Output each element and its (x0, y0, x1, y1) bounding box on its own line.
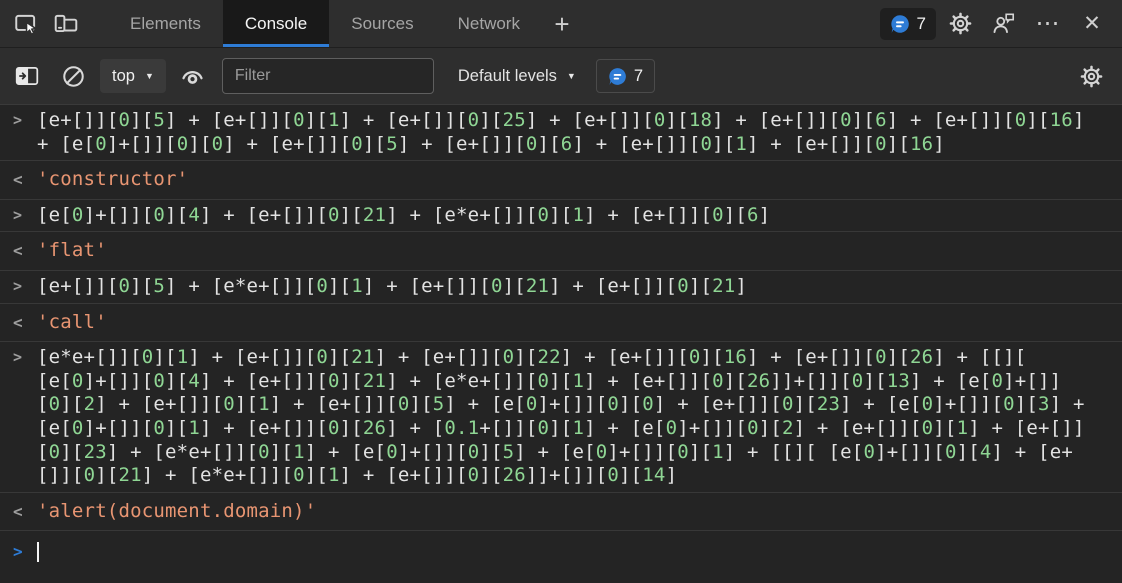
message-text: 'constructor' (37, 168, 1122, 192)
default-levels-label: Default levels (458, 67, 557, 86)
result-chevron-icon: < (13, 311, 37, 335)
tab-elements[interactable]: Elements (108, 0, 223, 47)
issues-count: 7 (634, 67, 643, 86)
console-result: <'constructor' (0, 161, 1122, 200)
devtools-tab-bar: ElementsConsoleSourcesNetwork + 7 ⋯ ✕ (0, 0, 1122, 48)
console-result: <'alert(document.domain)' (0, 493, 1122, 532)
tab-console[interactable]: Console (223, 0, 329, 47)
console-messages: >[e+[]][0][5] + [e+[]][0][1] + [e+[]][0]… (0, 105, 1122, 531)
message-text: [e*e+[]][0][1] + [e+[]][0][21] + [e+[]][… (37, 346, 1122, 488)
message-text: 'alert(document.domain)' (37, 500, 1122, 524)
issues-count: 7 (917, 14, 926, 34)
chevron-down-icon: ▼ (145, 71, 154, 81)
console-command: >[e*e+[]][0][1] + [e+[]][0][21] + [e+[]]… (0, 342, 1122, 493)
command-chevron-icon: > (13, 109, 37, 156)
console-log[interactable]: >[e+[]][0][5] + [e+[]][0][1] + [e+[]][0]… (0, 105, 1122, 583)
command-chevron-icon: > (13, 346, 37, 488)
console-result: <'flat' (0, 232, 1122, 271)
message-text: [e[0]+[]][0][4] + [e+[]][0][21] + [e*e+[… (37, 204, 1122, 228)
text-cursor (37, 542, 39, 562)
context-selector[interactable]: top ▼ (100, 59, 166, 93)
tab-network[interactable]: Network (436, 0, 542, 47)
console-command: >[e+[]][0][5] + [e+[]][0][1] + [e+[]][0]… (0, 105, 1122, 161)
issues-bubble-icon (890, 14, 910, 34)
console-result: <'call' (0, 304, 1122, 343)
settings-gear-icon[interactable] (940, 0, 980, 48)
tab-sources[interactable]: Sources (329, 0, 435, 47)
issues-badge[interactable]: 7 (880, 8, 936, 40)
clear-console-icon[interactable] (54, 57, 92, 95)
more-options-icon[interactable]: ⋯ (1028, 0, 1068, 48)
console-prompt[interactable]: > (0, 531, 1122, 564)
message-text: [e+[]][0][5] + [e*e+[]][0][1] + [e+[]][0… (37, 275, 1122, 299)
chevron-down-icon: ▼ (567, 71, 576, 81)
devtools-window: ElementsConsoleSourcesNetwork + 7 ⋯ ✕ (0, 0, 1122, 583)
result-chevron-icon: < (13, 239, 37, 263)
tab-bar-right-cluster: 7 ⋯ ✕ (880, 0, 1122, 47)
prompt-chevron-icon: > (13, 540, 37, 564)
close-icon[interactable]: ✕ (1072, 0, 1112, 48)
console-sidebar-toggle-icon[interactable] (8, 57, 46, 95)
default-levels-dropdown[interactable]: Default levels ▼ (448, 67, 586, 86)
console-toolbar: top ▼ Default levels ▼ 7 (0, 48, 1122, 105)
message-text: 'flat' (37, 239, 1122, 263)
tab-strip: ElementsConsoleSourcesNetwork (108, 0, 542, 47)
eye-icon[interactable] (174, 57, 212, 95)
issues-bubble-icon (608, 67, 627, 86)
context-selector-label: top (112, 67, 135, 86)
command-chevron-icon: > (13, 275, 37, 299)
device-emulation-icon[interactable] (46, 0, 86, 48)
filter-input[interactable] (222, 58, 434, 94)
command-chevron-icon: > (13, 204, 37, 228)
inspect-element-icon[interactable] (6, 0, 46, 48)
message-text: 'call' (37, 311, 1122, 335)
console-settings-gear-icon[interactable] (1072, 57, 1110, 95)
feedback-icon[interactable] (984, 0, 1024, 48)
message-text: [e+[]][0][5] + [e+[]][0][1] + [e+[]][0][… (37, 109, 1122, 156)
console-command: >[e[0]+[]][0][4] + [e+[]][0][21] + [e*e+… (0, 200, 1122, 233)
console-command: >[e+[]][0][5] + [e*e+[]][0][1] + [e+[]][… (0, 271, 1122, 304)
result-chevron-icon: < (13, 168, 37, 192)
issues-counter-button[interactable]: 7 (596, 59, 655, 93)
add-tab-button[interactable]: + (542, 0, 582, 48)
result-chevron-icon: < (13, 500, 37, 524)
